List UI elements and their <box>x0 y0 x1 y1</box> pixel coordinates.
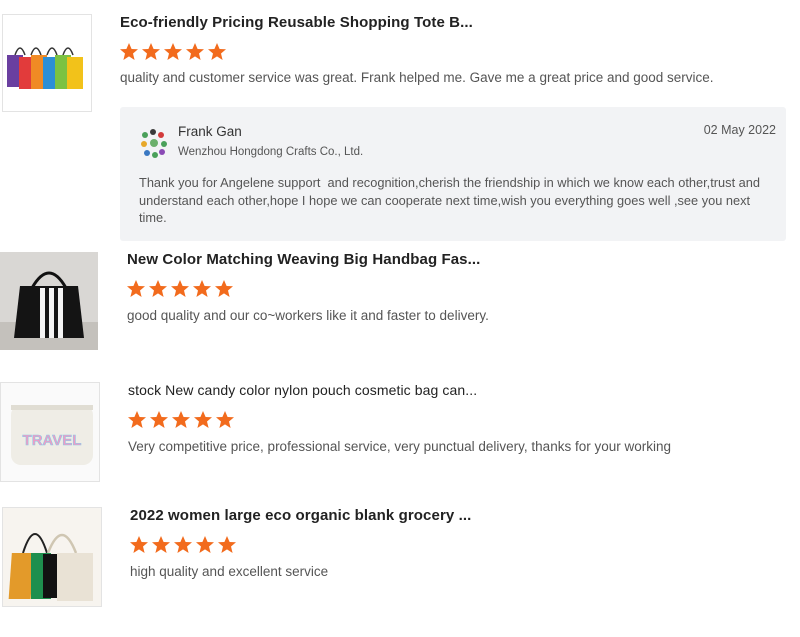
product-title[interactable]: 2022 women large eco organic blank groce… <box>130 507 471 524</box>
star-icon <box>186 43 204 60</box>
reply-date: 02 May 2022 <box>703 123 776 137</box>
product-title[interactable]: New Color Matching Weaving Big Handbag F… <box>127 251 480 268</box>
review-item: Eco-friendly Pricing Reusable Shopping T… <box>0 0 800 245</box>
star-icon <box>150 411 168 428</box>
review-item: 2022 women large eco organic blank groce… <box>0 505 800 615</box>
product-thumbnail[interactable] <box>2 14 92 112</box>
product-thumbnail[interactable] <box>0 252 98 350</box>
star-icon <box>196 536 214 553</box>
star-icon <box>193 280 211 297</box>
product-thumbnail[interactable]: TRAVEL <box>0 382 100 482</box>
supplier-reply: Frank Gan Wenzhou Hongdong Crafts Co., L… <box>120 107 786 241</box>
review-comment: Very competitive price, professional ser… <box>128 439 671 454</box>
handbag-image <box>0 252 98 350</box>
star-icon <box>218 536 236 553</box>
star-icon <box>152 536 170 553</box>
tote-bags-image <box>7 47 83 89</box>
star-icon <box>128 411 146 428</box>
pouch-lettering: TRAVEL <box>23 432 82 449</box>
star-icon <box>127 280 145 297</box>
review-comment: quality and customer service was great. … <box>120 70 714 85</box>
star-icon <box>208 43 226 60</box>
review-item: New Color Matching Weaving Big Handbag F… <box>0 250 800 360</box>
review-comment: good quality and our co~workers like it … <box>127 308 489 323</box>
star-icon <box>164 43 182 60</box>
product-title[interactable]: stock New candy color nylon pouch cosmet… <box>128 382 477 398</box>
star-icon <box>149 280 167 297</box>
star-icon <box>142 43 160 60</box>
star-icon <box>171 280 189 297</box>
star-rating <box>119 42 227 62</box>
cosmetic-pouch-image: TRAVEL <box>1 383 99 481</box>
star-icon <box>130 536 148 553</box>
star-icon <box>120 43 138 60</box>
star-icon <box>174 536 192 553</box>
reply-author-name: Frank Gan <box>178 124 242 139</box>
product-title[interactable]: Eco-friendly Pricing Reusable Shopping T… <box>120 14 473 31</box>
product-thumbnail[interactable] <box>2 507 102 607</box>
review-item: TRAVEL stock New candy color nylon pouch… <box>0 380 800 490</box>
star-rating <box>129 535 237 555</box>
reply-text: Thank you for Angelene support and recog… <box>139 175 764 225</box>
review-comment: high quality and excellent service <box>130 564 329 579</box>
star-icon <box>194 411 212 428</box>
star-rating <box>126 279 234 299</box>
star-rating <box>127 410 235 430</box>
star-icon <box>172 411 190 428</box>
star-icon <box>216 411 234 428</box>
reply-company-name: Wenzhou Hongdong Crafts Co., Ltd. <box>178 146 364 158</box>
star-icon <box>215 280 233 297</box>
grocery-bags-image <box>3 508 101 606</box>
company-logo-icon <box>141 129 167 158</box>
